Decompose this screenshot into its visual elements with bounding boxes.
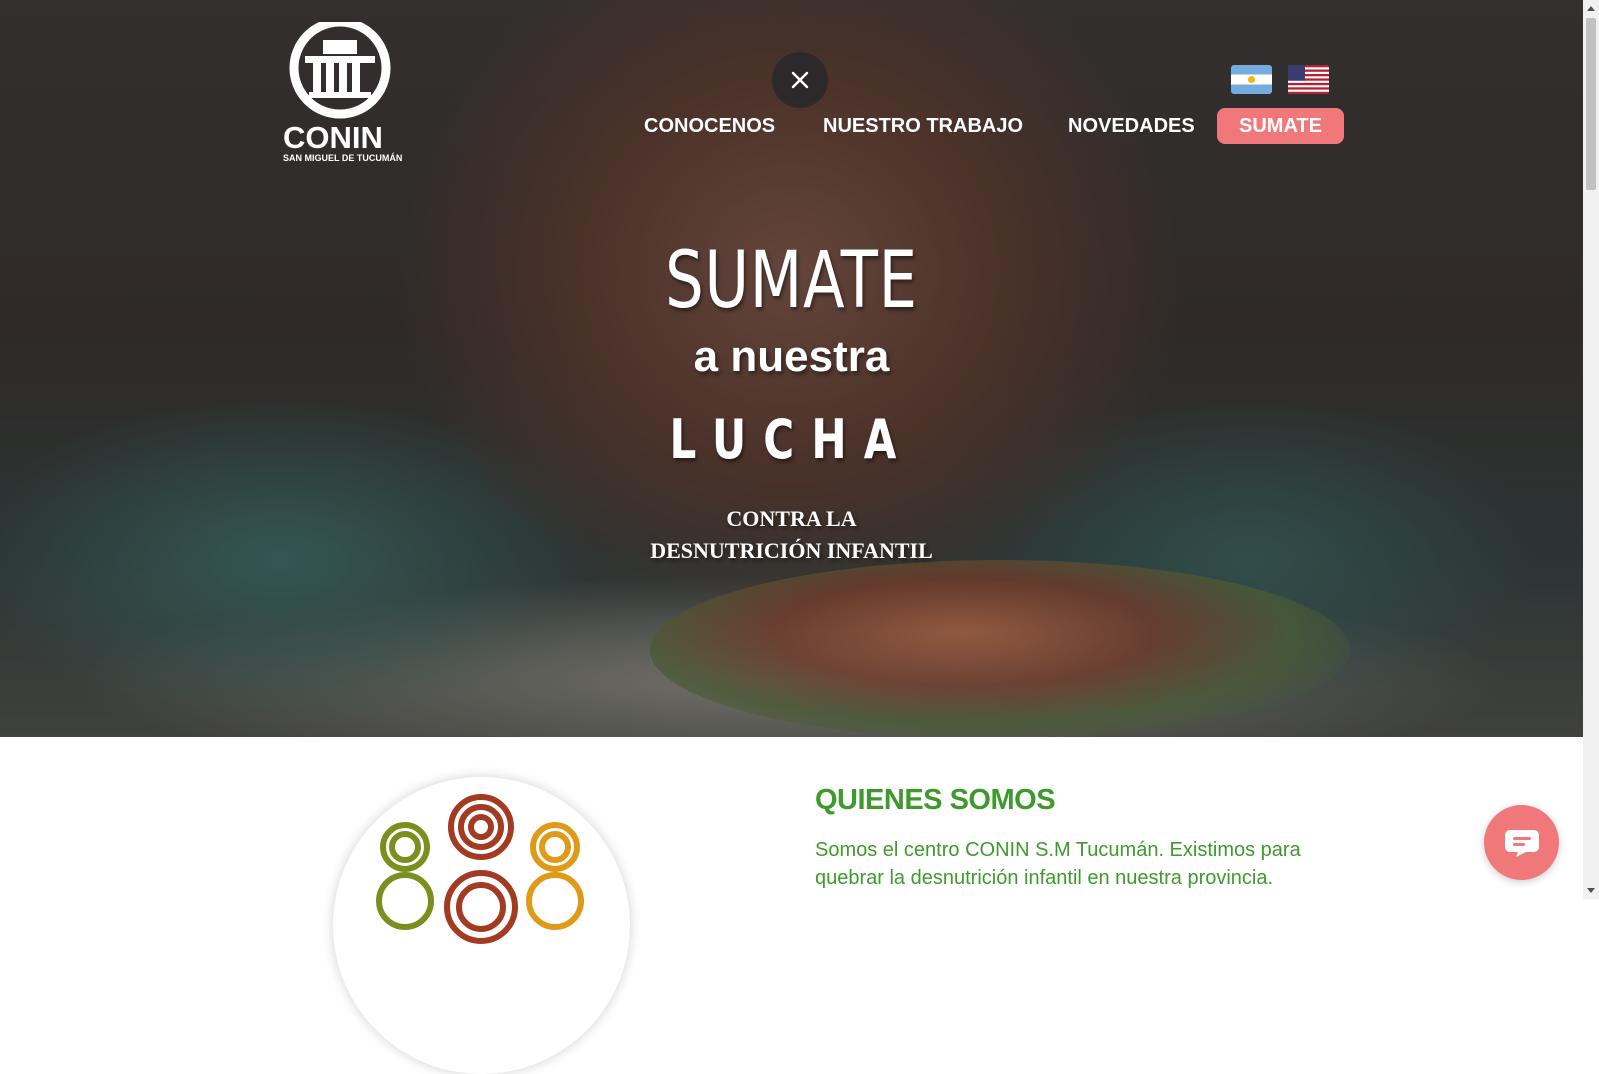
scroll-thumb[interactable] — [1586, 18, 1596, 190]
scroll-down-arrow-icon[interactable] — [1587, 888, 1595, 893]
nav-nuestro-trabajo[interactable]: NUESTRO TRABAJO — [823, 108, 1023, 144]
usa-flag-graphic — [1288, 65, 1329, 94]
argentina-flag-icon[interactable] — [1231, 65, 1272, 94]
page-scrollbar[interactable] — [1583, 0, 1599, 899]
hero-title-lucha: LUCHA — [669, 408, 914, 471]
hero-subtitle-line1: CONTRA LA — [726, 506, 857, 531]
section-title-quienes-somos: QUIENES SOMOS — [815, 784, 1056, 816]
scroll-up-arrow-icon[interactable] — [1587, 6, 1595, 11]
nav-sumate-button[interactable]: SUMATE — [1217, 108, 1344, 144]
hero-food-plate — [650, 560, 1350, 737]
conin-circle-logo — [333, 777, 630, 1074]
section-text-about: Somos el centro CONIN S.M Tucumán. Exist… — [815, 839, 1301, 889]
close-button[interactable] — [772, 52, 828, 108]
flag-sun — [1248, 76, 1255, 83]
hero-subtitle-line2: DESNUTRICIÓN INFANTIL — [650, 538, 933, 563]
logo-name: CONIN — [283, 120, 383, 155]
conin-figures-icon — [376, 794, 584, 944]
hero-banner: CONIN SAN MIGUEL DE TUCUMÁN CONOCENOS NU… — [0, 0, 1583, 737]
nav-conocenos[interactable]: CONOCENOS — [644, 108, 775, 144]
hero-title-sumate: SUMATE — [665, 236, 918, 326]
usa-flag-icon[interactable] — [1288, 65, 1329, 94]
chat-bubble-icon — [1504, 829, 1539, 857]
close-icon — [791, 71, 809, 89]
logo-subtitle: SAN MIGUEL DE TUCUMÁN — [283, 153, 403, 163]
nav-novedades[interactable]: NOVEDADES — [1068, 108, 1195, 144]
conin-logo[interactable]: CONIN SAN MIGUEL DE TUCUMÁN — [283, 22, 402, 164]
hero-title-a-nuestra: a nuestra — [693, 332, 890, 381]
chat-button[interactable] — [1484, 805, 1559, 880]
hero-subtitle: CONTRA LA DESNUTRICIÓN INFANTIL — [0, 503, 1583, 567]
conin-logo-icon — [289, 22, 391, 119]
